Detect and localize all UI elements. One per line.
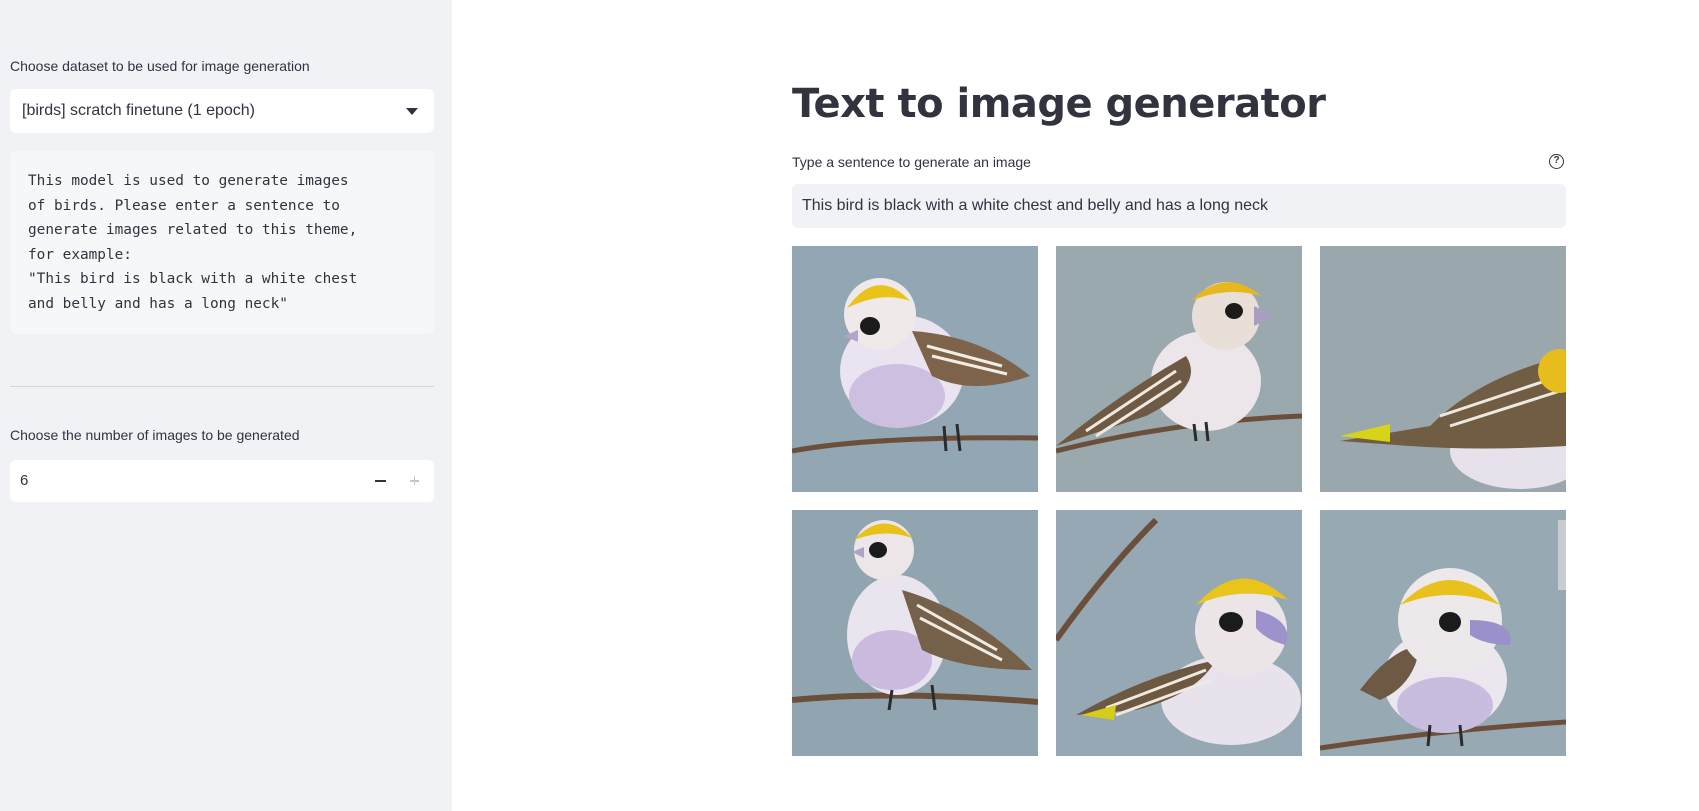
sidebar-divider (10, 386, 434, 387)
dataset-select-value: [birds] scratch finetune (1 epoch) (22, 102, 256, 119)
dataset-select[interactable]: [birds] scratch finetune (1 epoch) (10, 89, 434, 133)
increment-button[interactable] (398, 460, 432, 502)
help-icon[interactable]: ? (1549, 154, 1564, 169)
image-count-input[interactable]: 6 (10, 460, 434, 502)
generated-bird-image-1 (792, 246, 1038, 492)
page-title: Text to image generator (792, 81, 1326, 127)
decrement-button[interactable] (364, 460, 398, 502)
image-count-label: Choose the number of images to be genera… (10, 427, 300, 443)
generated-bird-image-6 (1320, 510, 1566, 756)
sentence-input-label: Type a sentence to generate an image (792, 154, 1031, 170)
chevron-down-icon (406, 108, 418, 115)
generated-bird-image-3 (1320, 246, 1566, 492)
image-count-value[interactable]: 6 (20, 471, 28, 491)
generated-bird-image-2 (1056, 246, 1302, 492)
dataset-select-label: Choose dataset to be used for image gene… (10, 58, 310, 74)
generated-bird-image-5 (1056, 510, 1302, 756)
generated-bird-image-4 (792, 510, 1038, 756)
minus-icon (375, 480, 386, 482)
sidebar: Choose dataset to be used for image gene… (0, 0, 452, 811)
sentence-input[interactable] (792, 184, 1566, 228)
model-description: This model is used to generate images of… (10, 151, 434, 334)
